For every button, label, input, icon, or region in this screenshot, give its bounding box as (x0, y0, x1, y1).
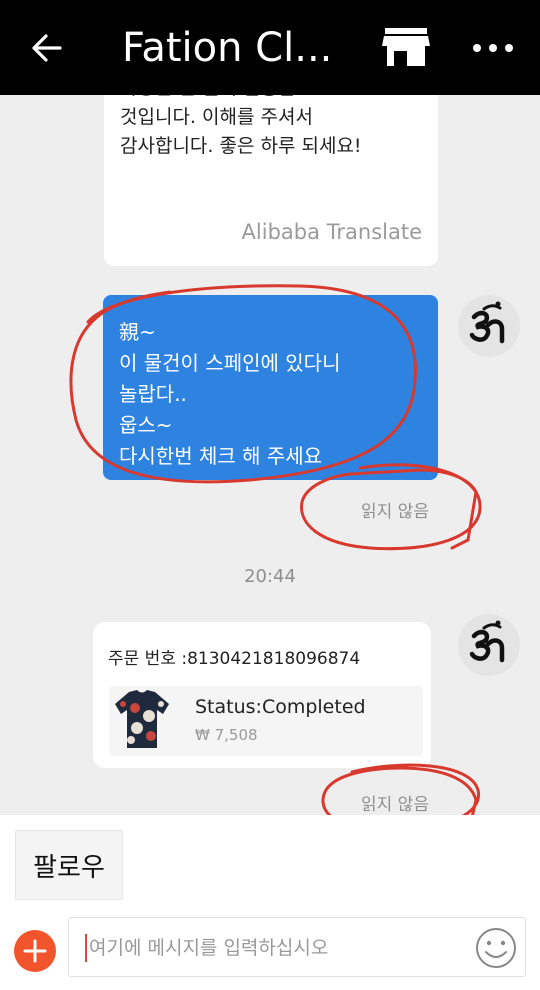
composer-footer: 팔로우 여기에 메시지를 입력하십시오 (0, 815, 540, 990)
read-status-unread: 읽지 않음 (361, 795, 429, 815)
product-price: ₩ 7,508 (195, 726, 258, 744)
om-symbol-icon (469, 620, 505, 663)
chat-title: Fation Cl... (122, 25, 333, 71)
emoji-button[interactable] (474, 926, 518, 970)
message-input-placeholder: 여기에 메시지를 입력하십시오 (89, 937, 329, 959)
follow-button[interactable]: 팔로우 (15, 830, 123, 900)
more-options-button[interactable] (466, 22, 520, 74)
avatar[interactable] (458, 614, 520, 676)
message-input[interactable]: 여기에 메시지를 입력하십시오 (68, 917, 526, 977)
add-attachment-button[interactable] (14, 930, 56, 972)
time-divider: 20:44 (244, 566, 296, 587)
avatar[interactable] (458, 295, 520, 357)
product-thumbnail (115, 690, 169, 748)
store-icon (382, 28, 430, 66)
product-row[interactable]: Status:Completed ₩ 7,508 (109, 686, 423, 756)
smiley-icon (476, 928, 516, 968)
outgoing-message-text: 親~ 이 물건이 스페인에 있다니 놀랍다.. 웁스~ 다시한번 체크 해 주세… (119, 320, 341, 468)
translation-credit: Alibaba Translate (241, 220, 422, 244)
arrow-left-icon (32, 34, 62, 62)
order-card[interactable]: 주문 번호 :8130421818096874 Status:Completed… (93, 622, 431, 768)
top-app-bar: Fation Cl... (0, 0, 540, 95)
more-horizontal-icon (473, 44, 513, 52)
plus-icon (23, 939, 47, 963)
om-symbol-icon (469, 301, 505, 344)
outgoing-message-bubble[interactable]: 親~ 이 물건이 스페인에 있다니 놀랍다.. 웁스~ 다시한번 체크 해 주세… (103, 295, 438, 480)
order-status: Status:Completed (195, 696, 366, 718)
order-number: 주문 번호 :8130421818096874 (108, 649, 361, 669)
store-button[interactable] (380, 22, 432, 74)
back-button[interactable] (26, 22, 70, 74)
text-cursor (85, 934, 87, 962)
read-status-unread: 읽지 않음 (361, 502, 429, 522)
